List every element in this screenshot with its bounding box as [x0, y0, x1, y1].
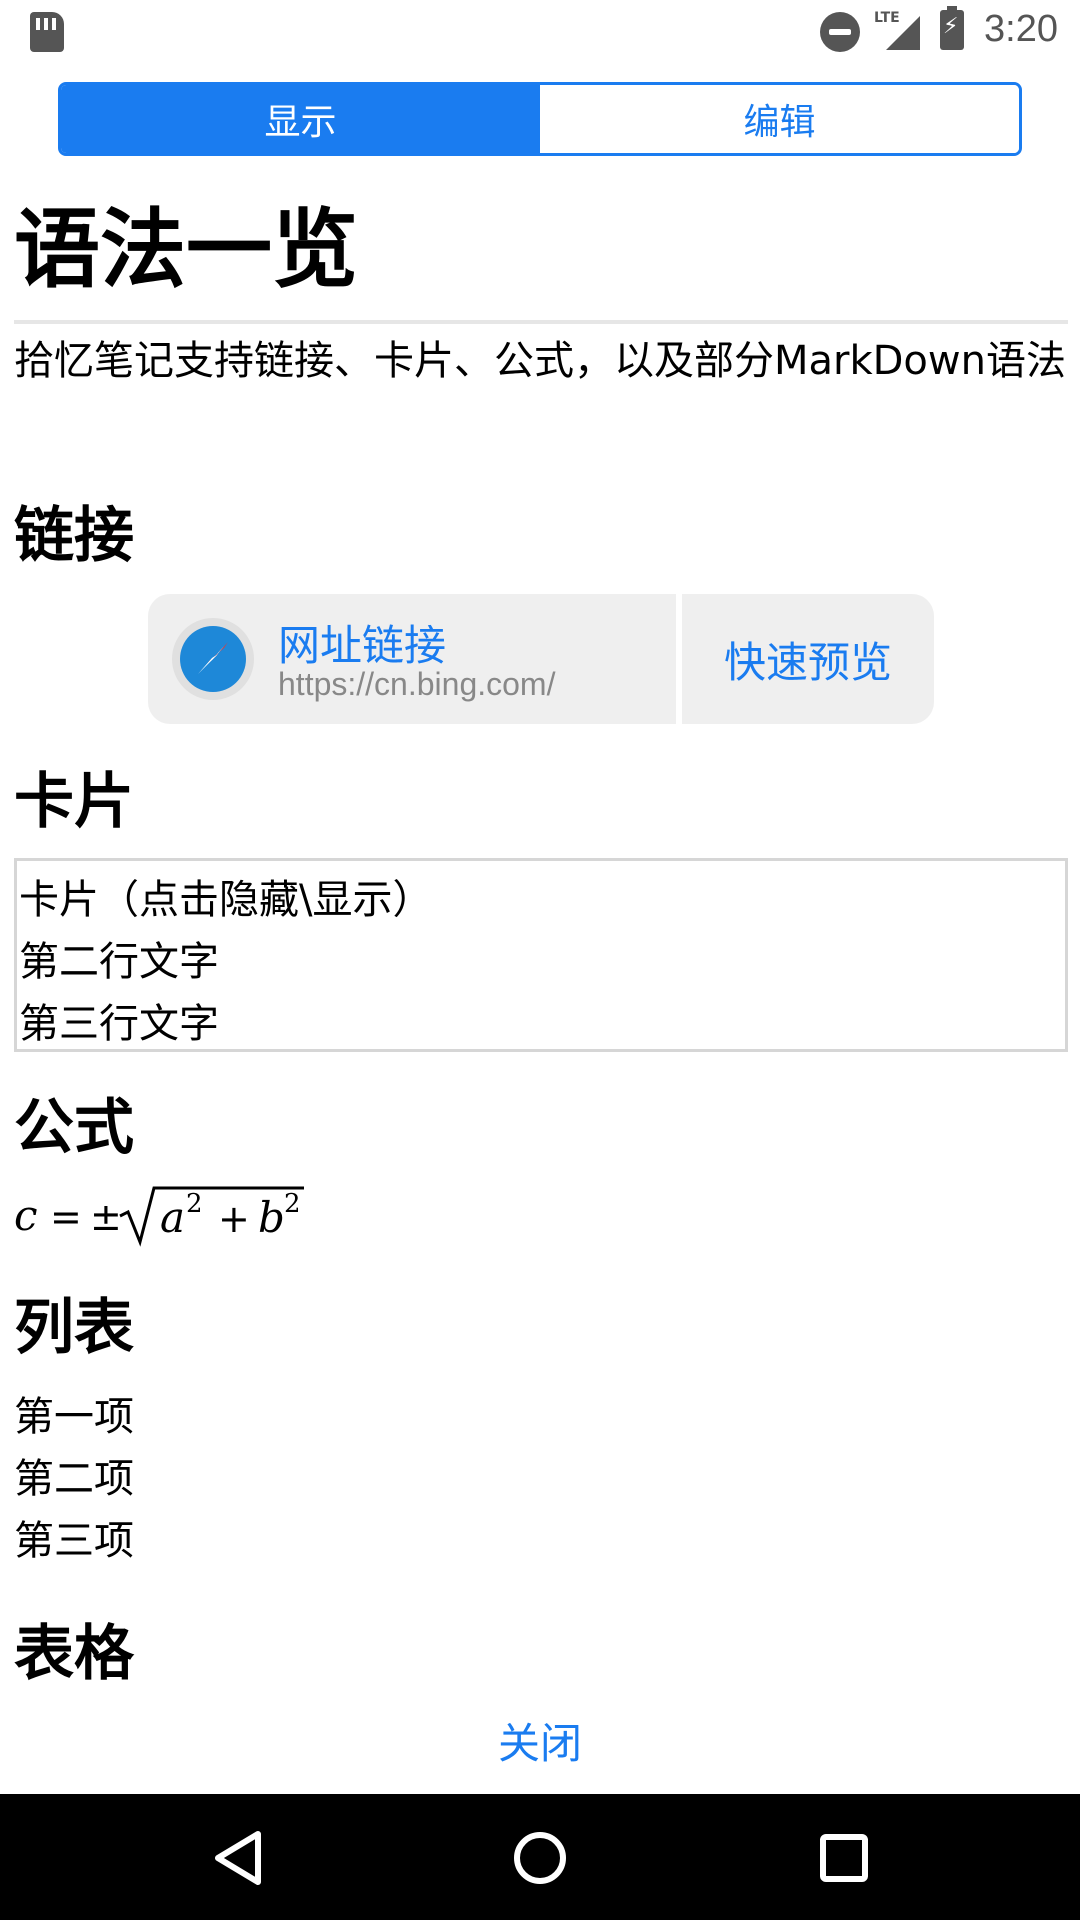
do-not-disturb-icon — [820, 12, 860, 52]
svg-text:b: b — [258, 1193, 285, 1242]
link-card[interactable]: 网址链接 https://cn.bing.com/ 快速预览 — [148, 594, 934, 724]
section-heading-card: 卡片 — [14, 767, 134, 837]
link-title: 网址链接 — [278, 621, 447, 670]
view-edit-tabs: 显示 编辑 — [58, 82, 1022, 156]
sd-card-icon — [30, 12, 64, 52]
home-icon[interactable] — [510, 1828, 570, 1888]
section-heading-list: 列表 — [14, 1293, 134, 1363]
close-button[interactable]: 关闭 — [0, 1710, 1080, 1771]
svg-text:a: a — [160, 1193, 185, 1242]
svg-text:±: ± — [90, 1195, 122, 1239]
list: 第一项 第二项 第三项 — [14, 1386, 134, 1572]
compass-icon — [172, 618, 254, 700]
list-item: 第三项 — [14, 1518, 134, 1564]
svg-text:+: + — [218, 1197, 250, 1241]
formula: c = ± a 2 + b 2 — [14, 1180, 334, 1250]
navigation-bar — [0, 1794, 1080, 1920]
section-heading-formula: 公式 — [14, 1093, 134, 1163]
title-divider — [14, 320, 1068, 324]
battery-charging-icon — [940, 6, 964, 50]
formula-rendering: c = ± a 2 + b 2 — [14, 1186, 304, 1247]
status-clock: 3:20 — [984, 8, 1058, 50]
recents-icon[interactable] — [814, 1828, 874, 1888]
collapsible-card[interactable]: 卡片（点击隐藏\显示） 第二行文字 第三行文字 — [14, 858, 1068, 1052]
back-icon[interactable] — [208, 1828, 268, 1888]
link-url: https://cn.bing.com/ — [278, 666, 556, 702]
svg-text:c: c — [14, 1191, 38, 1240]
list-item: 第二项 — [14, 1456, 134, 1502]
card-line: 卡片（点击隐藏\显示） — [19, 877, 433, 923]
status-bar: LTE 3:20 — [0, 0, 1080, 64]
svg-text:2: 2 — [284, 1189, 301, 1219]
section-heading-table: 表格 — [14, 1619, 134, 1689]
link-card-main[interactable]: 网址链接 https://cn.bing.com/ — [148, 594, 676, 724]
intro-paragraph: 拾忆笔记支持链接、卡片、公式，以及部分MarkDown语法 — [14, 338, 1066, 384]
svg-text:=: = — [50, 1195, 82, 1239]
list-item: 第一项 — [14, 1394, 134, 1440]
tab-edit[interactable]: 编辑 — [540, 85, 1019, 153]
card-line: 第二行文字 — [19, 939, 219, 985]
card-line: 第三行文字 — [19, 1001, 219, 1047]
tab-display[interactable]: 显示 — [61, 85, 540, 153]
page-title: 语法一览 — [14, 200, 358, 300]
svg-text:2: 2 — [186, 1189, 203, 1219]
section-heading-links: 链接 — [14, 501, 134, 571]
markdown-preview: 语法一览 拾忆笔记支持链接、卡片、公式，以及部分MarkDown语法 — [14, 160, 1068, 392]
quick-preview-button[interactable]: 快速预览 — [682, 594, 934, 724]
lte-signal-icon: LTE — [872, 10, 922, 52]
